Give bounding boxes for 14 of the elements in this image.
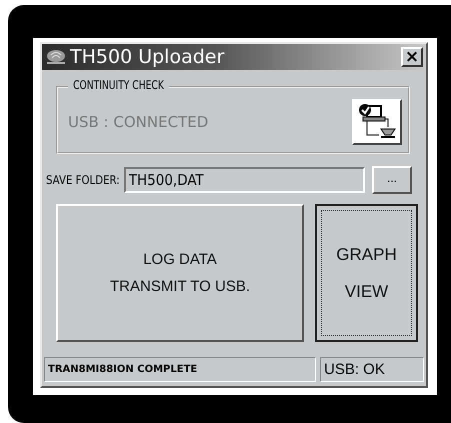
folder-field[interactable]: TH500,DAT: [124, 167, 365, 193]
connection-status: USB : CONNECTED: [68, 113, 210, 131]
network-button[interactable]: [352, 99, 402, 145]
transmit-button[interactable]: LOG DATA TRANSMIT TO USB.: [56, 204, 304, 342]
status-message: TRAN8MI88ION COMPLETE: [44, 357, 316, 382]
network-icon: [357, 103, 397, 141]
window-title: TH500 Uploader: [70, 46, 226, 68]
group-title: CONTINUITY CHECK: [68, 78, 169, 92]
logo-icon: [46, 49, 66, 65]
field-label: SAVE FOLDER:: [46, 173, 120, 187]
usb-status: USB: OK: [320, 357, 424, 382]
browse-button[interactable]: ...: [372, 166, 412, 194]
graph-button[interactable]: GRAPH VIEW: [315, 204, 418, 342]
close-button[interactable]: ×: [401, 47, 423, 67]
